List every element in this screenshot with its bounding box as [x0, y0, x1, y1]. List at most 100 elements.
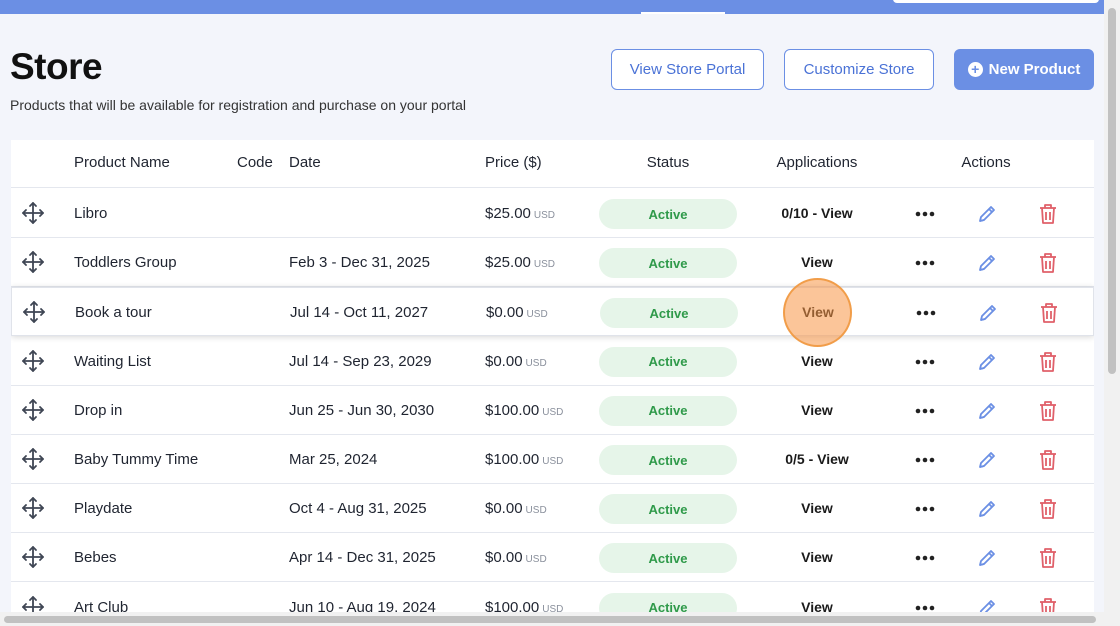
delete-trash-icon[interactable]	[1039, 203, 1057, 225]
status-badge: Active	[600, 298, 738, 329]
table-row[interactable]: Drop in Jun 25 - Jun 30, 2030 $100.00 USD Ac…	[11, 385, 1094, 435]
drag-handle-icon[interactable]	[22, 300, 46, 324]
drag-handle-icon[interactable]	[21, 447, 45, 471]
product-price: $0.00 USD	[485, 549, 547, 566]
edit-pencil-icon[interactable]	[976, 351, 998, 373]
currency-label: USD	[533, 259, 556, 271]
currency-label: USD	[542, 406, 564, 418]
drag-handle-icon[interactable]	[21, 545, 45, 569]
more-options-icon[interactable]	[914, 549, 936, 567]
price-amount: $25.00	[485, 254, 531, 272]
table-row[interactable]: Bebes Apr 14 - Dec 31, 2025 $0.00 USD Active…	[11, 533, 1094, 583]
drag-handle-icon[interactable]	[21, 595, 45, 612]
delete-trash-icon[interactable]	[1039, 597, 1057, 612]
table-row[interactable]: Playdate Oct 4 - Aug 31, 2025 $0.00 USD Acti…	[11, 484, 1094, 534]
currency-label: USD	[525, 357, 547, 369]
drag-handle-icon[interactable]	[21, 250, 45, 274]
product-date: Feb 3 - Dec 31, 2025	[289, 254, 430, 272]
status-badge: Active	[599, 592, 737, 612]
applications-view-link[interactable]: View	[767, 599, 867, 612]
more-options-icon[interactable]	[914, 353, 936, 371]
view-store-portal-button[interactable]: View Store Portal	[611, 49, 764, 90]
product-name: Toddlers Group	[74, 254, 177, 272]
product-price: $100.00 USD	[485, 451, 563, 468]
applications-view-link[interactable]: View	[767, 353, 867, 369]
more-options-icon[interactable]	[915, 304, 937, 322]
edit-pencil-icon[interactable]	[977, 302, 999, 324]
active-tab-indicator	[641, 12, 725, 14]
currency-label: USD	[533, 210, 556, 221]
drag-handle-icon[interactable]	[21, 349, 45, 373]
drag-handle-icon[interactable]	[21, 201, 45, 225]
applications-view-link[interactable]: View	[767, 402, 867, 418]
more-options-icon[interactable]	[914, 205, 936, 223]
product-price: $25.00 USD	[485, 254, 555, 271]
applications-view-link[interactable]: View	[767, 500, 867, 516]
product-price: $25.00 USD	[485, 205, 555, 222]
table-row[interactable]: Art Club Jun 10 - Aug 19, 2024 $100.00 USD A…	[11, 582, 1094, 612]
edit-pencil-icon[interactable]	[976, 252, 998, 274]
product-date: Oct 4 - Aug 31, 2025	[289, 500, 427, 518]
more-options-icon[interactable]	[914, 599, 936, 612]
customize-store-button[interactable]: Customize Store	[784, 49, 934, 90]
more-options-icon[interactable]	[914, 500, 936, 518]
edit-pencil-icon[interactable]	[976, 498, 998, 520]
price-amount: $25.00	[485, 205, 531, 222]
applications-view-link[interactable]: View	[767, 549, 867, 565]
product-name: Book a tour	[75, 304, 152, 322]
more-options-icon[interactable]	[914, 402, 936, 420]
delete-trash-icon[interactable]	[1039, 400, 1057, 422]
status-badge: Active	[599, 199, 737, 229]
edit-pencil-icon[interactable]	[976, 597, 998, 612]
edit-pencil-icon[interactable]	[976, 203, 998, 225]
table-row[interactable]: Waiting List Jul 14 - Sep 23, 2029 $0.00 US…	[11, 336, 1094, 386]
header-code[interactable]: Code	[237, 154, 273, 171]
applications-view-link[interactable]: View	[768, 304, 868, 320]
header-actions: Actions	[961, 154, 1011, 171]
applications-view-link[interactable]: 0/10 - View	[767, 205, 867, 221]
drag-handle-icon[interactable]	[21, 398, 45, 422]
more-options-icon[interactable]	[914, 254, 936, 272]
delete-trash-icon[interactable]	[1039, 498, 1057, 520]
edit-pencil-icon[interactable]	[976, 449, 998, 471]
new-product-button[interactable]: + New Product	[954, 49, 1094, 90]
horizontal-scrollbar-thumb[interactable]	[4, 616, 1096, 623]
delete-trash-icon[interactable]	[1039, 252, 1057, 274]
product-date: Jun 25 - Jun 30, 2030	[289, 401, 435, 419]
delete-trash-icon[interactable]	[1039, 449, 1057, 471]
vertical-scrollbar[interactable]	[1104, 0, 1120, 626]
products-table: Product Name Code Date Price ($) Status …	[11, 140, 1094, 612]
currency-label: USD	[526, 309, 548, 321]
status-badge: Active	[599, 543, 737, 574]
drag-handle-icon[interactable]	[21, 496, 45, 520]
status-badge: Active	[599, 445, 737, 475]
product-date: Mar 25, 2024	[289, 451, 378, 468]
horizontal-scrollbar[interactable]	[0, 612, 1104, 626]
new-product-label: New Product	[988, 61, 1081, 78]
more-options-icon[interactable]	[914, 451, 936, 469]
currency-label: USD	[542, 603, 564, 612]
header-date[interactable]: Date	[289, 154, 321, 171]
status-badge: Active	[599, 395, 737, 426]
product-price: $0.00 USD	[485, 353, 547, 370]
header-price[interactable]: Price ($)	[485, 154, 542, 171]
edit-pencil-icon[interactable]	[976, 400, 998, 422]
applications-view-link[interactable]: 0/5 - View	[767, 451, 867, 467]
table-row[interactable]: Libro $25.00 USD Active 0/10 - View	[11, 189, 1094, 238]
plus-icon: +	[967, 62, 983, 77]
vertical-scrollbar-thumb[interactable]	[1108, 8, 1116, 374]
delete-trash-icon[interactable]	[1039, 351, 1057, 373]
price-amount: $100.00	[485, 598, 540, 612]
top-search-box[interactable]	[893, 0, 1099, 3]
header-status[interactable]: Status	[598, 154, 738, 171]
applications-view-link[interactable]: View	[767, 254, 867, 270]
product-date: Jun 10 - Aug 19, 2024	[289, 598, 436, 612]
delete-trash-icon[interactable]	[1040, 302, 1058, 324]
table-row[interactable]: Book a tour Jul 14 - Oct 11, 2027 $0.00 USD…	[11, 287, 1094, 337]
header-product-name[interactable]: Product Name	[74, 154, 170, 171]
delete-trash-icon[interactable]	[1039, 547, 1057, 569]
table-row[interactable]: Baby Tummy Time Mar 25, 2024 $100.00 USD Act…	[11, 435, 1094, 484]
table-row[interactable]: Toddlers Group Feb 3 - Dec 31, 2025 $25.00…	[11, 238, 1094, 288]
page-subtitle: Products that will be available for regi…	[10, 97, 467, 113]
edit-pencil-icon[interactable]	[976, 547, 998, 569]
